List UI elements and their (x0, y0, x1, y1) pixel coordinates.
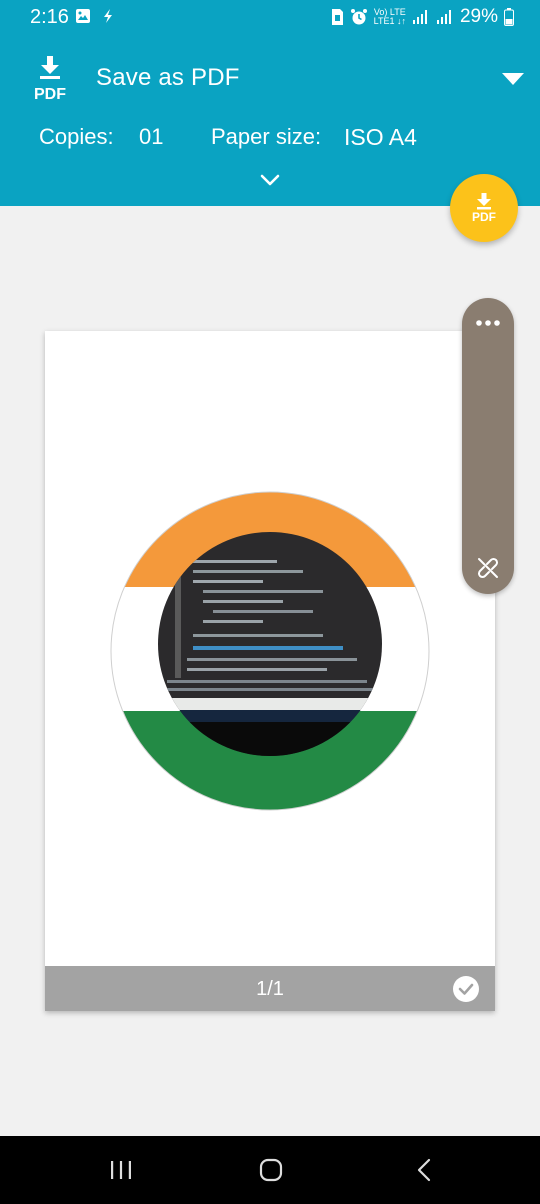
flag-photo-image (110, 491, 430, 811)
lte-indicator: Vo) LTE LTE1 ↓↑ (373, 7, 406, 26)
sim-icon (331, 9, 343, 25)
battery-icon (504, 8, 514, 26)
dropdown-arrow-icon[interactable] (500, 70, 526, 88)
save-pdf-button[interactable]: PDF (450, 174, 518, 242)
page-preview[interactable]: 1/1 (45, 331, 495, 1011)
download-icon (40, 56, 60, 79)
signal-icon (436, 10, 451, 24)
side-panel[interactable] (462, 298, 514, 594)
paper-size-label: Paper size: (211, 124, 322, 149)
page-footer: 1/1 (45, 966, 495, 1011)
printer-name[interactable]: Save as PDF (96, 64, 240, 92)
download-icon (477, 193, 491, 210)
print-header: PDF Save as PDF Copies: 01 Paper size: I… (0, 34, 540, 206)
status-time: 2:16 (30, 6, 69, 28)
paper-size-value[interactable]: ISO A4 (344, 124, 417, 151)
fab-label: PDF (472, 210, 496, 224)
unlink-icon[interactable] (476, 556, 500, 580)
navigation-bar (0, 1136, 540, 1204)
chevron-down-icon[interactable] (258, 172, 282, 188)
status-bar: 2:16 Vo) LTE LTE1 ↓↑ 29% (0, 0, 540, 34)
page-number: 1/1 (256, 978, 284, 1000)
copies-label: Copies: (39, 124, 114, 149)
alarm-icon (350, 9, 367, 25)
pdf-logo: PDF (30, 54, 70, 103)
signal-icon (412, 10, 427, 24)
flash-icon (104, 9, 112, 23)
check-circle-icon[interactable] (452, 975, 480, 1003)
recents-icon[interactable] (108, 1158, 134, 1182)
battery-percent: 29% (459, 6, 498, 27)
gallery-icon (76, 9, 90, 23)
copies-value[interactable]: 01 (139, 124, 163, 150)
back-icon[interactable] (412, 1158, 438, 1182)
more-options-icon[interactable] (474, 318, 502, 328)
home-icon[interactable] (258, 1158, 284, 1182)
